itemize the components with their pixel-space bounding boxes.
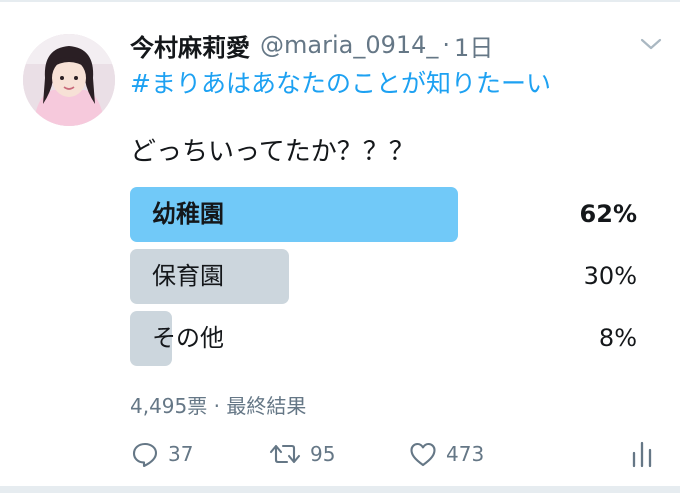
tweet-actions: 37 95 473 xyxy=(130,438,660,470)
analytics-icon xyxy=(632,441,652,468)
avatar-image xyxy=(23,34,115,126)
bottom-divider xyxy=(0,486,680,493)
poll-option-percent: 62% xyxy=(579,200,637,228)
avatar[interactable] xyxy=(23,34,115,126)
user-handle[interactable]: @maria_0914_ xyxy=(260,31,438,59)
heart-icon xyxy=(410,442,436,467)
hashtag-link[interactable]: #まりあはあなたのことが知りたーい xyxy=(130,64,551,100)
poll-option: 保育園 30% xyxy=(130,249,640,304)
poll-meta: 4,495票 · 最終結果 xyxy=(130,394,307,418)
tweet-text: どっちいってたか？？？ xyxy=(130,137,415,167)
top-divider xyxy=(0,0,680,2)
display-name[interactable]: 今村麻莉愛 xyxy=(130,28,250,63)
timestamp[interactable]: 1日 xyxy=(454,28,493,63)
poll-option-label: 保育園 xyxy=(152,262,224,290)
retweet-button[interactable]: 95 xyxy=(268,438,335,470)
poll-option: 幼稚園 62% xyxy=(130,187,640,242)
reply-count: 37 xyxy=(168,442,194,466)
retweet-icon xyxy=(269,444,301,464)
chevron-down-icon[interactable] xyxy=(639,34,663,54)
analytics-button[interactable] xyxy=(630,438,662,470)
poll-option-label: 幼稚園 xyxy=(152,200,224,228)
like-count: 473 xyxy=(446,442,485,466)
poll-option-percent: 8% xyxy=(598,324,637,352)
header-separator: · xyxy=(442,31,451,59)
poll-option-label: その他 xyxy=(152,324,224,352)
poll-option-percent: 30% xyxy=(583,262,637,290)
tweet-card[interactable]: 今村麻莉愛 @maria_0914_ · 1日 #まりあはあなたのことが知りたー… xyxy=(0,0,680,493)
poll-option: その他 8% xyxy=(130,311,640,366)
tweet-header: 今村麻莉愛 @maria_0914_ · 1日 xyxy=(130,28,493,62)
reply-button[interactable]: 37 xyxy=(130,438,193,470)
like-button[interactable]: 473 xyxy=(408,438,484,470)
poll: 幼稚園 62% 保育園 30% その他 8% xyxy=(130,187,640,373)
retweet-count: 95 xyxy=(310,442,336,466)
reply-icon xyxy=(132,442,158,468)
